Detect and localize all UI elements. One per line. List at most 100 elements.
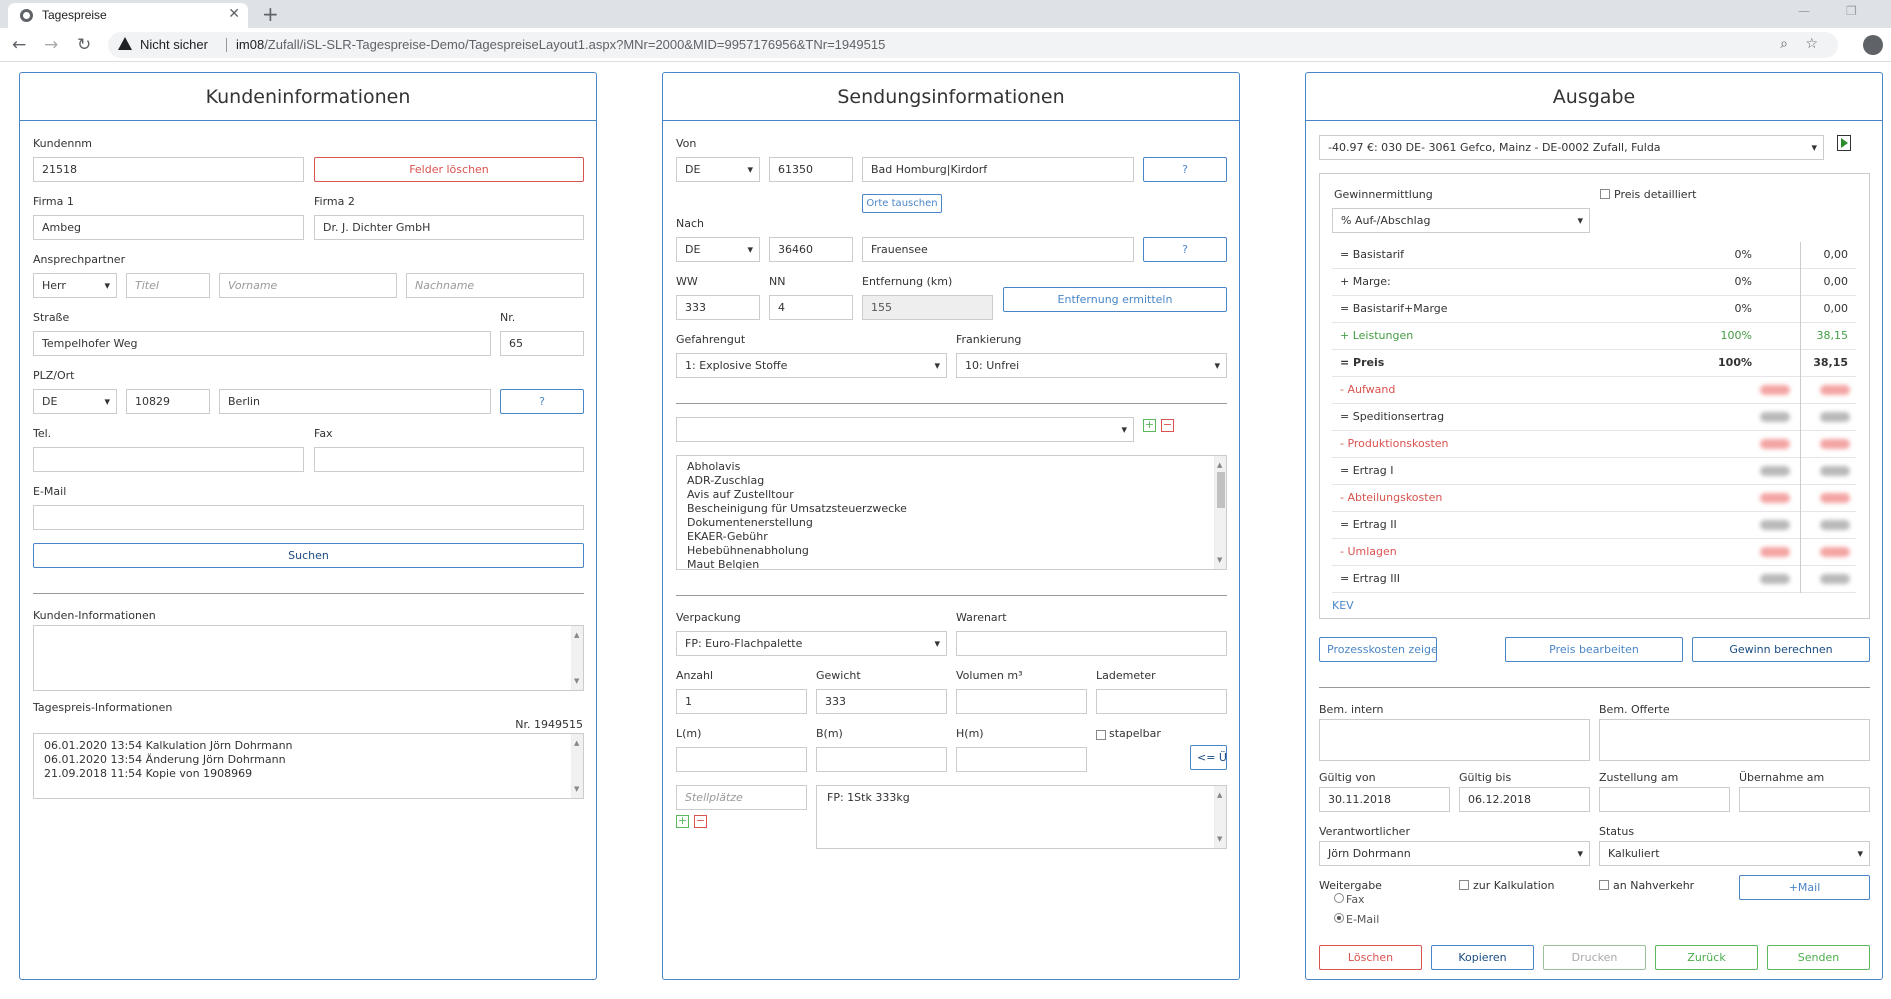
reload-icon[interactable]: ↻ bbox=[77, 35, 91, 55]
preis-bearbeiten-button[interactable]: Preis bearbeiten bbox=[1505, 637, 1683, 662]
verpackung-select[interactable]: FP: Euro-Flachpalette bbox=[676, 631, 947, 656]
clear-fields-button[interactable]: Felder löschen bbox=[314, 157, 584, 182]
firma2-input[interactable]: Dr. J. Dichter GmbH bbox=[314, 215, 584, 240]
zoom-icon[interactable]: ⌕ bbox=[1780, 36, 1788, 52]
omnibox[interactable]: Nicht sicher im08/Zufall/iSL-SLR-Tagespr… bbox=[108, 32, 1838, 58]
search-button[interactable]: Suchen bbox=[33, 543, 584, 568]
titel-input[interactable]: Titel bbox=[126, 273, 210, 298]
entfernung-button[interactable]: Entfernung ermitteln bbox=[1003, 287, 1227, 312]
profile-icon[interactable] bbox=[1863, 35, 1883, 55]
scrollbar[interactable]: ▲ ▼ bbox=[571, 734, 583, 798]
browser-tab[interactable]: Tagespreise ✕ bbox=[8, 3, 248, 28]
plz-input[interactable]: 10829 bbox=[126, 389, 210, 414]
status-select[interactable]: Kalkuliert bbox=[1599, 841, 1870, 866]
uebernehmen-button[interactable]: <= Ü bbox=[1190, 745, 1227, 770]
breite-input[interactable] bbox=[816, 747, 947, 772]
kundennr-input[interactable]: 21518 bbox=[33, 157, 304, 182]
land-select[interactable]: DE bbox=[33, 389, 117, 414]
nach-plz-input[interactable]: 36460 bbox=[769, 237, 853, 262]
email-radio[interactable] bbox=[1334, 913, 1344, 923]
verantwortlicher-select[interactable]: Jörn Dohrmann bbox=[1319, 841, 1590, 866]
list-item[interactable]: Dokumentenerstellung bbox=[687, 516, 1216, 530]
hausnr-input[interactable]: 65 bbox=[500, 331, 584, 356]
von-plz-input[interactable]: 61350 bbox=[769, 157, 853, 182]
uebernahme-input[interactable] bbox=[1739, 787, 1870, 812]
ort-input[interactable]: Berlin bbox=[219, 389, 491, 414]
list-item[interactable]: Hebebühnenabholung bbox=[687, 544, 1216, 558]
von-ort-input[interactable]: Bad Homburg|Kirdorf bbox=[862, 157, 1134, 182]
tel-input[interactable] bbox=[33, 447, 304, 472]
drucken-button[interactable]: Drucken bbox=[1543, 945, 1646, 970]
nach-ort-input[interactable]: Frauensee bbox=[862, 237, 1134, 262]
scrollbar[interactable]: ▲ ▼ bbox=[571, 626, 583, 690]
back-icon[interactable]: ← bbox=[12, 35, 26, 55]
leistungen-list[interactable]: Abholavis ADR-Zuschlag Avis auf Zustellt… bbox=[676, 455, 1227, 570]
tarif-select[interactable]: -40.97 €: 030 DE- 3061 Gefco, Mainz - DE… bbox=[1319, 135, 1824, 160]
frankierung-select[interactable]: 10: Unfrei bbox=[956, 353, 1227, 378]
stapelbar-checkbox[interactable] bbox=[1096, 730, 1106, 740]
nahverkehr-checkbox[interactable] bbox=[1599, 880, 1609, 890]
anzahl-input[interactable]: 1 bbox=[676, 689, 807, 714]
loeschen-button[interactable]: Löschen bbox=[1319, 945, 1422, 970]
close-tab-icon[interactable]: ✕ bbox=[228, 6, 240, 22]
gueltig-von-input[interactable]: 30.11.2018 bbox=[1319, 787, 1450, 812]
restore-icon[interactable]: ❐ bbox=[1846, 4, 1857, 18]
laenge-input[interactable] bbox=[676, 747, 807, 772]
list-item[interactable]: Maut Belgien bbox=[687, 558, 1216, 569]
volumen-input[interactable] bbox=[956, 689, 1087, 714]
swap-places-button[interactable]: Orte tauschen bbox=[862, 194, 942, 213]
new-tab-icon[interactable]: + bbox=[262, 2, 279, 26]
add-mail-button[interactable]: +Mail bbox=[1739, 875, 1870, 900]
hoehe-input[interactable] bbox=[956, 747, 1087, 772]
warenart-input[interactable] bbox=[956, 631, 1227, 656]
list-item[interactable]: Bescheinigung für Umsatzsteuerzwecke bbox=[687, 502, 1216, 516]
zurueck-button[interactable]: Zurück bbox=[1655, 945, 1758, 970]
list-item[interactable]: Abholavis bbox=[687, 460, 1216, 474]
preis-detail-checkbox[interactable] bbox=[1600, 189, 1610, 199]
list-item[interactable]: ADR-Zuschlag bbox=[687, 474, 1216, 488]
forward-icon[interactable]: → bbox=[44, 35, 58, 55]
add-packstueck-button[interactable]: + bbox=[676, 815, 689, 828]
nachname-input[interactable]: Nachname bbox=[406, 273, 584, 298]
nach-help-button[interactable]: ? bbox=[1143, 237, 1227, 262]
bem-intern-textarea[interactable] bbox=[1319, 719, 1590, 761]
gewicht-input[interactable]: 333 bbox=[816, 689, 947, 714]
remove-leistung-button[interactable]: − bbox=[1161, 419, 1174, 432]
lademeter-input[interactable] bbox=[1096, 689, 1227, 714]
anrede-select[interactable]: Herr bbox=[33, 273, 117, 298]
kev-link[interactable]: KEV bbox=[1332, 599, 1354, 612]
list-item[interactable]: FP: 1Stk 333kg bbox=[827, 791, 1216, 805]
gueltig-bis-input[interactable]: 06.12.2018 bbox=[1459, 787, 1590, 812]
email-input[interactable] bbox=[33, 505, 584, 530]
scrollbar[interactable]: ▲ ▼ bbox=[1214, 456, 1226, 569]
list-item[interactable]: EKAER-Gebühr bbox=[687, 530, 1216, 544]
list-item[interactable]: Avis auf Zustelltour bbox=[687, 488, 1216, 502]
play-icon[interactable] bbox=[1837, 135, 1851, 151]
ww-input[interactable]: 333 bbox=[676, 295, 760, 320]
prozesskosten-button[interactable]: Prozesskosten zeige bbox=[1319, 637, 1437, 662]
zur-kalkulation-checkbox[interactable] bbox=[1459, 880, 1469, 890]
bem-offerte-textarea[interactable] bbox=[1599, 719, 1870, 761]
firma1-input[interactable]: Ambeg bbox=[33, 215, 304, 240]
nn-input[interactable]: 4 bbox=[769, 295, 853, 320]
strasse-input[interactable]: Tempelhofer Weg bbox=[33, 331, 491, 356]
star-icon[interactable]: ☆ bbox=[1805, 36, 1818, 52]
von-land-select[interactable]: DE bbox=[676, 157, 760, 182]
nach-land-select[interactable]: DE bbox=[676, 237, 760, 262]
ort-help-button[interactable]: ? bbox=[500, 389, 584, 414]
gefahrengut-select[interactable]: 1: Explosive Stoffe bbox=[676, 353, 947, 378]
zustellung-input[interactable] bbox=[1599, 787, 1730, 812]
leistung-select[interactable] bbox=[676, 417, 1134, 442]
senden-button[interactable]: Senden bbox=[1767, 945, 1870, 970]
kunden-info-textarea[interactable]: ▲ ▼ bbox=[33, 625, 584, 691]
stellplaetze-input[interactable]: Stellplätze bbox=[676, 785, 807, 810]
fax-input[interactable] bbox=[314, 447, 584, 472]
minimize-icon[interactable]: — bbox=[1798, 4, 1810, 18]
remove-packstueck-button[interactable]: − bbox=[694, 815, 707, 828]
von-help-button[interactable]: ? bbox=[1143, 157, 1227, 182]
scrollbar[interactable]: ▲ ▼ bbox=[1214, 786, 1226, 848]
add-leistung-button[interactable]: + bbox=[1143, 419, 1156, 432]
packstuecke-list[interactable]: FP: 1Stk 333kg ▲ ▼ bbox=[816, 785, 1227, 849]
gewinn-mode-select[interactable]: % Auf-/Abschlag bbox=[1332, 208, 1590, 233]
kopieren-button[interactable]: Kopieren bbox=[1431, 945, 1534, 970]
